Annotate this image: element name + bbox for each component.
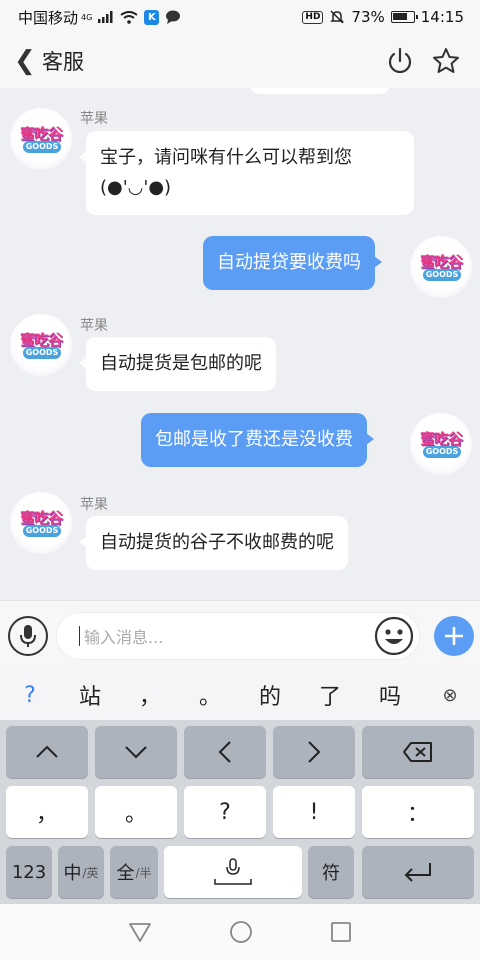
emoji-icon: [374, 616, 414, 656]
arrow-right-icon: [308, 741, 321, 763]
close-candidates-button[interactable]: ⊗: [420, 685, 480, 706]
user-avatar[interactable]: 蜜吃谷 GOODS: [410, 413, 472, 475]
app-notification-icon: K: [144, 9, 160, 25]
hd-icon: HD: [302, 10, 324, 24]
microphone-icon: [20, 625, 36, 647]
clock: 14:15: [420, 8, 464, 26]
agent-avatar[interactable]: 蜜吃谷 GOODS: [10, 314, 72, 376]
user-avatar[interactable]: 蜜吃谷 GOODS: [410, 236, 472, 298]
backspace-icon: [403, 742, 432, 762]
candidate-word[interactable]: 。: [180, 679, 240, 711]
message-bubble-incoming[interactable]: 宝子，请问咪有什么可以帮到您(●'◡'●): [79, 131, 414, 215]
candidate-word[interactable]: ，: [120, 679, 180, 711]
more-options-button[interactable]: [434, 616, 474, 656]
nav-recent-icon[interactable]: [330, 921, 352, 943]
agent-avatar[interactable]: 蜜吃谷 GOODS: [10, 492, 72, 554]
candidate-word[interactable]: 了: [300, 679, 360, 711]
message-input-placeholder: 输入消息...: [84, 628, 164, 647]
key-width-main: 全: [116, 863, 135, 884]
plus-icon: [445, 627, 463, 645]
key-enter[interactable]: [362, 846, 474, 898]
enter-icon: [404, 863, 431, 882]
key-period[interactable]: 。: [95, 786, 177, 838]
key-question[interactable]: ?: [184, 786, 266, 838]
status-left: 中国移动 4G K: [18, 7, 181, 28]
key-colon[interactable]: ：: [362, 786, 474, 838]
key-left[interactable]: [184, 726, 266, 778]
text-cursor: [79, 626, 80, 646]
chat-area[interactable]: 蜜吃谷 GOODS 苹果 宝子，请问咪有什么可以帮到您(●'◡'●) 自动提贷要…: [0, 88, 480, 600]
sender-name: 苹果: [80, 318, 108, 334]
back-button[interactable]: ❮: [14, 46, 42, 76]
power-button[interactable]: [380, 41, 420, 81]
mute-bell-icon: [330, 10, 345, 24]
carrier-name: 中国移动: [18, 8, 79, 27]
key-exclamation[interactable]: !: [273, 786, 355, 838]
space-mic-icon: [214, 858, 252, 885]
key-backspace[interactable]: [362, 726, 474, 778]
logo-icon: 蜜吃谷 GOODS: [19, 509, 63, 537]
key-width-toggle[interactable]: 全/半: [110, 846, 158, 898]
key-up[interactable]: [6, 726, 88, 778]
chat-header: ❮ 客服: [0, 34, 480, 88]
candidate-bar: ? 站 ， 。 的 了 吗 ⊗: [0, 670, 480, 720]
arrow-down-icon: [125, 746, 147, 759]
battery-percent: 73%: [351, 8, 385, 26]
favorite-button[interactable]: [426, 41, 466, 81]
sender-name: 苹果: [80, 497, 108, 513]
key-comma[interactable]: ，: [6, 786, 88, 838]
agent-avatar[interactable]: 蜜吃谷 GOODS: [10, 108, 72, 170]
candidate-help[interactable]: ?: [0, 683, 60, 708]
star-icon: [433, 48, 459, 73]
system-nav-bar: [0, 904, 480, 960]
logo-icon: 蜜吃谷 GOODS: [19, 125, 63, 153]
arrow-up-icon: [36, 745, 58, 758]
page-title: 客服: [42, 50, 84, 74]
key-language-sub: /英: [82, 865, 99, 880]
input-bar: 输入消息...: [0, 600, 480, 670]
power-icon: [388, 47, 412, 74]
arrow-left-icon: [218, 741, 231, 763]
candidate-word[interactable]: 的: [240, 679, 300, 711]
logo-icon: 蜜吃谷 GOODS: [419, 253, 463, 281]
network-type: 4G: [81, 12, 93, 22]
logo-icon: 蜜吃谷 GOODS: [419, 430, 463, 458]
candidate-word[interactable]: 站: [60, 679, 120, 711]
key-language-toggle[interactable]: 中/英: [58, 846, 104, 898]
message-bubble-outgoing[interactable]: 包邮是收了费还是没收费: [141, 413, 374, 467]
key-right[interactable]: [273, 726, 355, 778]
message-input[interactable]: 输入消息...: [56, 612, 420, 660]
nav-home-icon[interactable]: [229, 920, 253, 944]
key-symbols[interactable]: 符: [308, 846, 354, 898]
battery-icon: [390, 11, 418, 23]
candidate-word[interactable]: 吗: [360, 679, 420, 711]
status-bar: 中国移动 4G K HD 73% 14:15: [0, 0, 480, 34]
nav-back-icon[interactable]: [128, 921, 152, 943]
sender-name: 苹果: [80, 111, 108, 127]
logo-icon: 蜜吃谷 GOODS: [19, 331, 63, 359]
message-bubble-incoming[interactable]: 自动提货的谷子不收邮费的呢: [79, 516, 348, 570]
keyboard: ， 。 ? ! ： 123 中/英 全/半 符: [0, 720, 480, 904]
message-bubble-outgoing[interactable]: 自动提贷要收费吗: [203, 236, 382, 290]
emoji-button[interactable]: [374, 616, 414, 656]
wifi-icon: [120, 10, 138, 24]
voice-input-button[interactable]: [8, 616, 48, 656]
key-width-sub: /半: [135, 865, 152, 880]
key-numbers[interactable]: 123: [6, 846, 52, 898]
message-bubble-incoming[interactable]: 自动提货是包邮的呢: [79, 337, 276, 391]
key-space-voice[interactable]: [164, 846, 302, 898]
status-right: HD 73% 14:15: [302, 8, 464, 26]
battery-fill: [392, 13, 407, 20]
message-notification-icon: [166, 10, 181, 24]
key-language-main: 中: [63, 863, 82, 884]
signal-icon: [98, 11, 113, 23]
previous-message-edge: [250, 88, 390, 94]
key-down[interactable]: [95, 726, 177, 778]
